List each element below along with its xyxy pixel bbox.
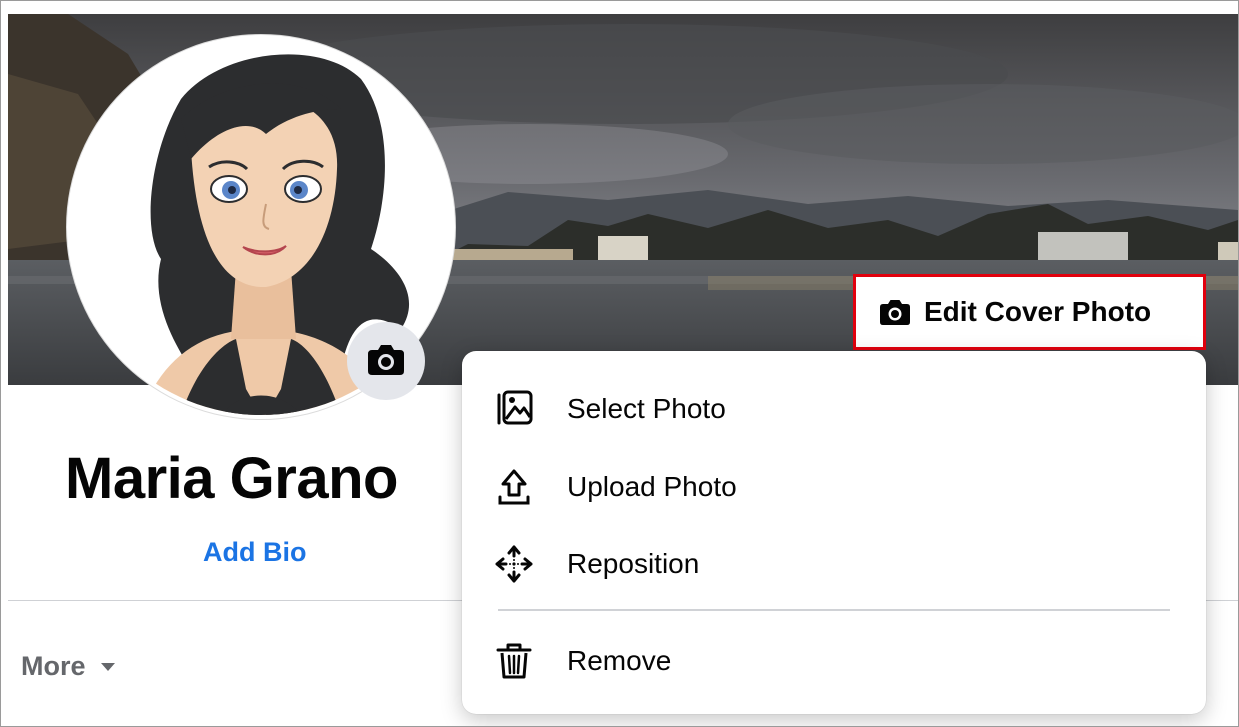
menu-item-label: Upload Photo [567, 471, 737, 502]
menu-item-label: Select Photo [567, 393, 726, 424]
caret-down-icon [100, 662, 116, 672]
more-label: More [21, 651, 86, 681]
profile-page: Maria Grano Add Bio More Edit Cover Phot… [0, 0, 1239, 727]
menu-separator [498, 609, 1170, 611]
select-photo-icon [494, 389, 534, 429]
move-arrows-icon [494, 544, 534, 584]
profile-camera-button[interactable] [347, 322, 425, 400]
upload-icon [494, 467, 534, 507]
add-bio-link[interactable]: Add Bio [203, 537, 306, 568]
cover-photo-menu: Select Photo Upload Photo Reposition Rem… [462, 351, 1206, 714]
menu-item-select-photo[interactable]: Select Photo [462, 377, 1206, 441]
menu-item-label: Remove [567, 645, 672, 676]
camera-icon [366, 342, 406, 381]
edit-cover-photo-button[interactable]: Edit Cover Photo [853, 274, 1206, 350]
menu-item-reposition[interactable]: Reposition [462, 532, 1206, 596]
trash-icon [494, 641, 534, 681]
menu-item-upload-photo[interactable]: Upload Photo [462, 455, 1206, 519]
edit-cover-photo-label: Edit Cover Photo [924, 296, 1152, 327]
menu-item-label: Reposition [567, 548, 700, 579]
more-tab[interactable]: More [21, 651, 116, 682]
profile-name: Maria Grano [65, 446, 398, 511]
camera-icon [878, 298, 912, 326]
menu-item-remove[interactable]: Remove [462, 629, 1206, 693]
